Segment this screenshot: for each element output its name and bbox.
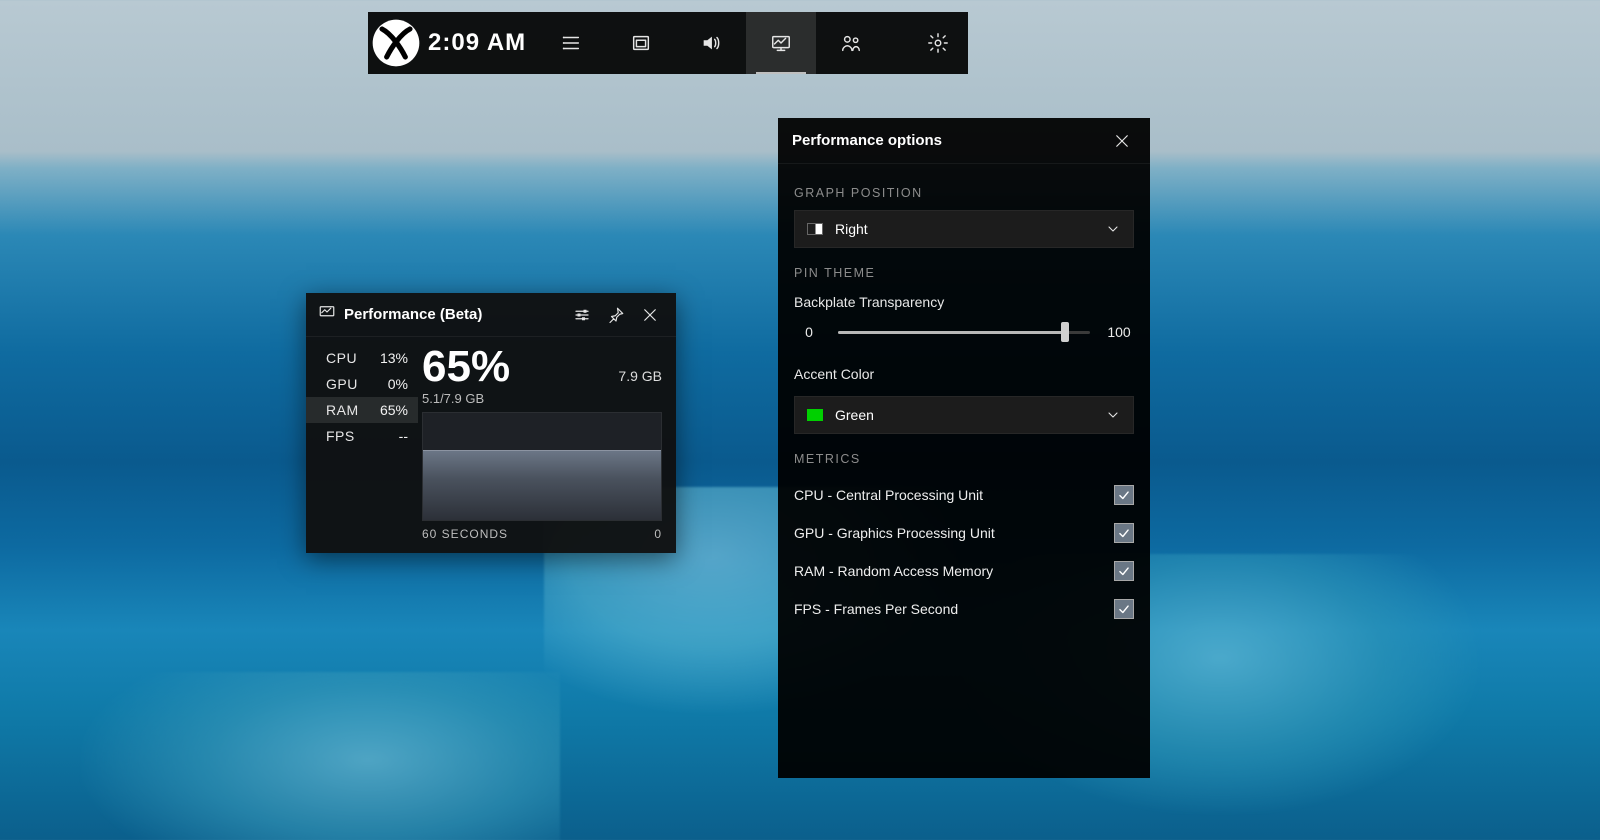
metric-row-cpu[interactable]: CPU 13%: [306, 345, 418, 371]
metric-row-ram[interactable]: RAM 65%: [306, 397, 418, 423]
close-icon: [641, 306, 659, 324]
performance-header[interactable]: Performance (Beta): [306, 293, 676, 337]
widgets-menu-icon: [560, 32, 582, 54]
section-graph-position: GRAPH POSITION: [794, 186, 1134, 200]
chart-axis: 60 SECONDS 0: [422, 527, 662, 541]
accent-color-label: Accent Color: [794, 366, 1134, 382]
performance-title: Performance (Beta): [344, 306, 482, 323]
chevron-down-icon: [1105, 221, 1121, 237]
dropdown-value: Right: [835, 221, 1105, 237]
graph-position-dropdown[interactable]: Right: [794, 210, 1134, 248]
audio-button[interactable]: [676, 12, 746, 74]
metric-value: 0%: [388, 376, 408, 392]
game-bar: 2:09 AM: [368, 12, 968, 74]
section-metrics: METRICS: [794, 452, 1134, 466]
usage-chart-fill: [423, 450, 661, 520]
metric-label: RAM: [326, 402, 359, 418]
close-button[interactable]: [636, 301, 664, 329]
chevron-down-icon: [1105, 407, 1121, 423]
background-reef: [80, 672, 560, 840]
metric-toggle-ram: RAM - Random Access Memory: [794, 552, 1134, 590]
metric-list: CPU 13% GPU 0% RAM 65% FPS --: [306, 345, 418, 541]
performance-options-button[interactable]: [568, 301, 596, 329]
pin-button[interactable]: [602, 301, 630, 329]
metric-total: 7.9 GB: [618, 362, 662, 384]
metric-label: CPU: [326, 350, 357, 366]
options-header: Performance options: [778, 118, 1150, 164]
capture-icon: [630, 32, 652, 54]
usage-chart: [422, 412, 662, 521]
checkbox-ram[interactable]: [1114, 561, 1134, 581]
options-body: GRAPH POSITION Right PIN THEME Backplate…: [778, 164, 1150, 628]
metric-label: GPU: [326, 376, 358, 392]
slider-min: 0: [794, 324, 824, 340]
check-icon: [1117, 602, 1131, 616]
metric-toggle-gpu: GPU - Graphics Processing Unit: [794, 514, 1134, 552]
audio-icon: [700, 32, 722, 54]
metric-row-fps[interactable]: FPS --: [306, 423, 418, 449]
axis-start: 60 SECONDS: [422, 527, 508, 541]
widgets-menu-button[interactable]: [536, 12, 606, 74]
clock: 2:09 AM: [424, 29, 536, 57]
metric-sub-value: 5.1/7.9 GB: [422, 391, 662, 406]
check-icon: [1117, 564, 1131, 578]
metric-toggle-fps: FPS - Frames Per Second: [794, 590, 1134, 628]
close-icon: [1113, 132, 1131, 150]
check-icon: [1117, 488, 1131, 502]
transparency-slider-row: 0 100: [794, 324, 1134, 340]
checkbox-gpu[interactable]: [1114, 523, 1134, 543]
pin-icon: [607, 306, 625, 324]
xbox-button[interactable]: [368, 15, 424, 71]
metric-row-gpu[interactable]: GPU 0%: [306, 371, 418, 397]
performance-icon: [770, 32, 792, 54]
options-close-button[interactable]: [1108, 127, 1136, 155]
metric-toggle-cpu: CPU - Central Processing Unit: [794, 476, 1134, 514]
options-title: Performance options: [792, 132, 942, 149]
xbox-icon: [368, 15, 424, 71]
section-pin-theme: PIN THEME: [794, 266, 1134, 280]
metric-value: 65%: [380, 402, 408, 418]
dropdown-value: Green: [835, 407, 1105, 423]
accent-color-dropdown[interactable]: Green: [794, 396, 1134, 434]
performance-body: CPU 13% GPU 0% RAM 65% FPS -- 65% 7.9 GB…: [306, 337, 676, 553]
metric-big-value: 65%: [422, 345, 510, 389]
settings-button[interactable]: [908, 12, 968, 74]
metric-detail: 65% 7.9 GB 5.1/7.9 GB 60 SECONDS 0: [418, 345, 662, 541]
performance-actions: [568, 301, 664, 329]
metric-toggle-label: FPS - Frames Per Second: [794, 601, 958, 617]
layout-right-icon: [807, 223, 823, 235]
performance-icon: [318, 303, 336, 326]
checkbox-fps[interactable]: [1114, 599, 1134, 619]
performance-widget: Performance (Beta) CPU: [306, 293, 676, 553]
color-swatch-icon: [807, 409, 823, 421]
performance-button[interactable]: [746, 12, 816, 74]
capture-button[interactable]: [606, 12, 676, 74]
slider-max: 100: [1104, 324, 1134, 340]
performance-options-panel: Performance options GRAPH POSITION Right…: [778, 118, 1150, 778]
game-bar-icons: [536, 12, 968, 74]
metric-toggle-label: RAM - Random Access Memory: [794, 563, 993, 579]
gear-icon: [927, 32, 949, 54]
metric-toggle-label: GPU - Graphics Processing Unit: [794, 525, 995, 541]
metric-toggle-label: CPU - Central Processing Unit: [794, 487, 983, 503]
transparency-slider[interactable]: [838, 325, 1090, 339]
checkbox-cpu[interactable]: [1114, 485, 1134, 505]
metric-label: FPS: [326, 428, 355, 444]
check-icon: [1117, 526, 1131, 540]
sliders-icon: [573, 306, 591, 324]
social-icon: [840, 32, 862, 54]
metric-value: 13%: [380, 350, 408, 366]
social-button[interactable]: [816, 12, 886, 74]
slider-thumb[interactable]: [1061, 322, 1069, 342]
slider-fill: [838, 331, 1065, 334]
axis-end: 0: [654, 527, 662, 541]
metric-value: --: [399, 428, 408, 444]
transparency-label: Backplate Transparency: [794, 294, 1134, 310]
